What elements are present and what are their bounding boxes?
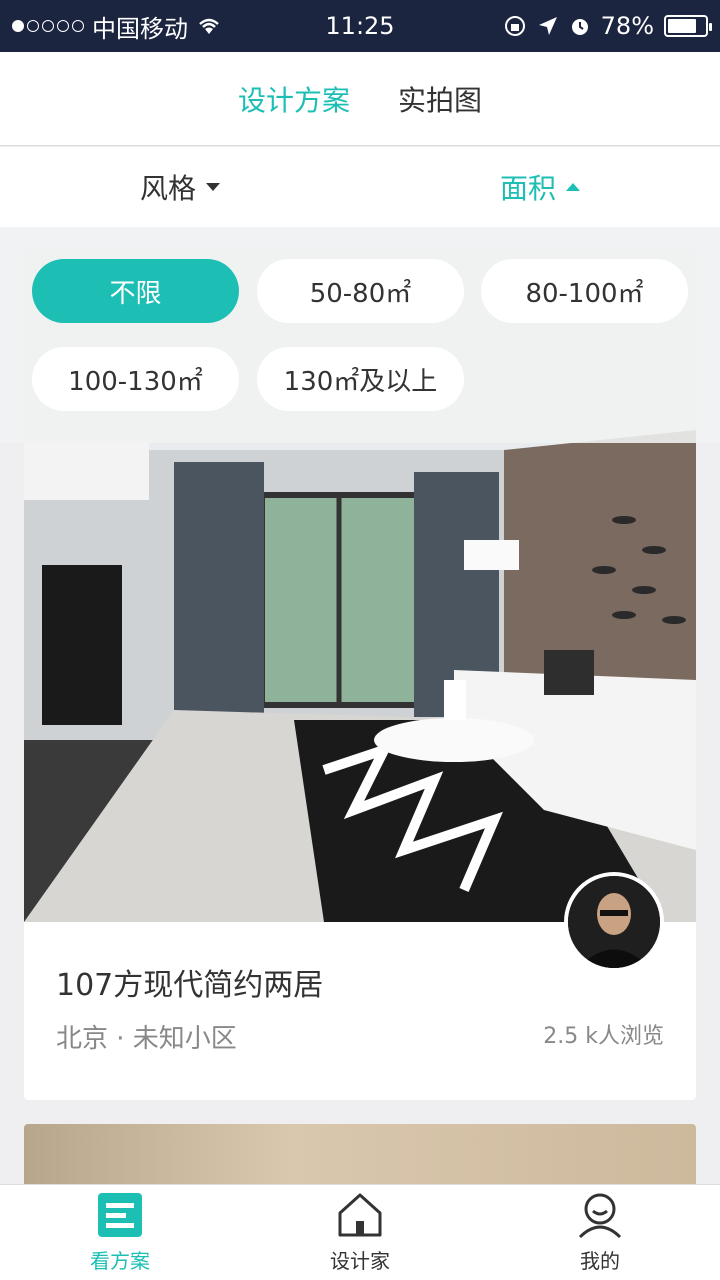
area-option-130-plus[interactable]: 130㎡及以上 — [257, 347, 464, 411]
carrier-label: 中国移动 — [92, 14, 188, 43]
battery-level — [668, 19, 697, 33]
card-location: 北京 · 未知小区 — [56, 1024, 237, 1054]
filter-area-label: 面积 — [499, 172, 556, 205]
tab-real-photos[interactable]: 实拍图 — [398, 79, 482, 119]
card-views: 2.5 k人浏览 — [543, 1024, 664, 1049]
plan-icon — [98, 1193, 142, 1237]
tab-design-plan[interactable]: 设计方案 — [238, 79, 350, 119]
area-option-80-100[interactable]: 80-100㎡ — [481, 259, 688, 323]
status-right: 78% — [503, 12, 712, 40]
bottom-nav: 看方案 设计家 我的 — [0, 1184, 720, 1280]
caret-down-icon — [206, 183, 220, 191]
status-left: 中国移动 — [12, 9, 222, 44]
area-option-unlimited[interactable]: 不限 — [32, 259, 239, 323]
area-dropdown: 不限 50-80㎡ 80-100㎡ 100-130㎡ 130㎡及以上 — [0, 227, 720, 443]
nav-mine[interactable]: 我的 — [480, 1185, 720, 1280]
alarm-icon — [571, 19, 588, 35]
top-tabs: 设计方案 实拍图 — [0, 52, 720, 146]
filter-style[interactable]: 风格 — [0, 167, 360, 207]
battery-icon — [664, 15, 712, 37]
area-option-50-80[interactable]: 50-80㎡ — [257, 259, 464, 323]
area-option-100-130[interactable]: 100-130㎡ — [32, 347, 239, 411]
card-title: 107方现代简约两居 — [56, 968, 324, 1003]
filter-area[interactable]: 面积 — [360, 167, 720, 207]
filter-bar: 风格 面积 — [0, 147, 720, 227]
battery-label: 78% — [600, 12, 654, 40]
location-icon — [538, 17, 557, 35]
filter-style-label: 风格 — [139, 172, 196, 205]
next-design-card[interactable] — [24, 1124, 696, 1184]
status-bar: 中国移动 11:25 78% — [0, 0, 720, 52]
designer-avatar[interactable] — [564, 872, 664, 972]
nav-view-plans[interactable]: 看方案 — [0, 1185, 240, 1280]
signal-icon — [12, 20, 84, 32]
rotation-lock-icon — [504, 16, 525, 36]
user-icon — [578, 1193, 622, 1239]
nav-mine-label: 我的 — [580, 1249, 620, 1273]
wifi-icon — [199, 18, 219, 34]
caret-up-icon — [566, 183, 580, 191]
house-icon — [338, 1193, 382, 1237]
nav-view-plans-label: 看方案 — [90, 1249, 150, 1273]
avatar-image — [568, 876, 660, 968]
nav-designers-label: 设计家 — [330, 1249, 390, 1273]
nav-designers[interactable]: 设计家 — [240, 1185, 480, 1280]
